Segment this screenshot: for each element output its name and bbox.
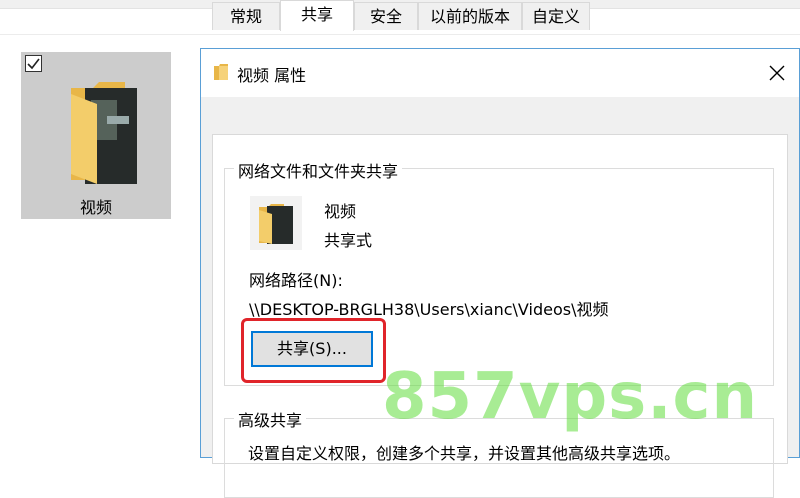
checkmark-icon <box>27 58 40 70</box>
watermark: 857vps.cn <box>382 360 759 434</box>
video-folder-icon <box>259 204 293 244</box>
group-title-advanced: 高级共享 <box>234 407 307 431</box>
tab-previous-versions[interactable]: 以前的版本 <box>418 2 522 30</box>
network-path-label: 网络路径(N): <box>249 271 343 290</box>
shared-item-name: 视频 <box>324 202 357 221</box>
advanced-sharing-description: 设置自定义权限，创建多个共享，并设置其他高级共享选项。 <box>248 444 681 463</box>
highlight-box <box>241 318 386 383</box>
tab-security[interactable]: 安全 <box>354 2 418 30</box>
desktop-folder-item[interactable]: 视频 <box>21 52 171 219</box>
shared-folder-thumbnail <box>250 196 302 250</box>
video-folder-icon <box>71 82 137 184</box>
close-icon[interactable] <box>761 59 793 87</box>
share-status: 共享式 <box>324 231 373 250</box>
checkbox[interactable] <box>25 55 42 72</box>
dialog-title: 视频 属性 <box>237 66 307 85</box>
tab-general[interactable]: 常规 <box>212 2 280 30</box>
folder-label: 视频 <box>79 198 112 217</box>
tab-customize[interactable]: 自定义 <box>522 2 590 30</box>
divider <box>0 34 800 35</box>
tab-sharing[interactable]: 共享 <box>280 0 354 31</box>
group-title: 网络文件和文件夹共享 <box>234 158 403 182</box>
title-bar: 视频 属性 <box>201 49 799 97</box>
folder-icon <box>214 64 228 80</box>
network-path-value: \\DESKTOP-BRGLH38\Users\xianc\Videos\视频 <box>249 300 609 319</box>
